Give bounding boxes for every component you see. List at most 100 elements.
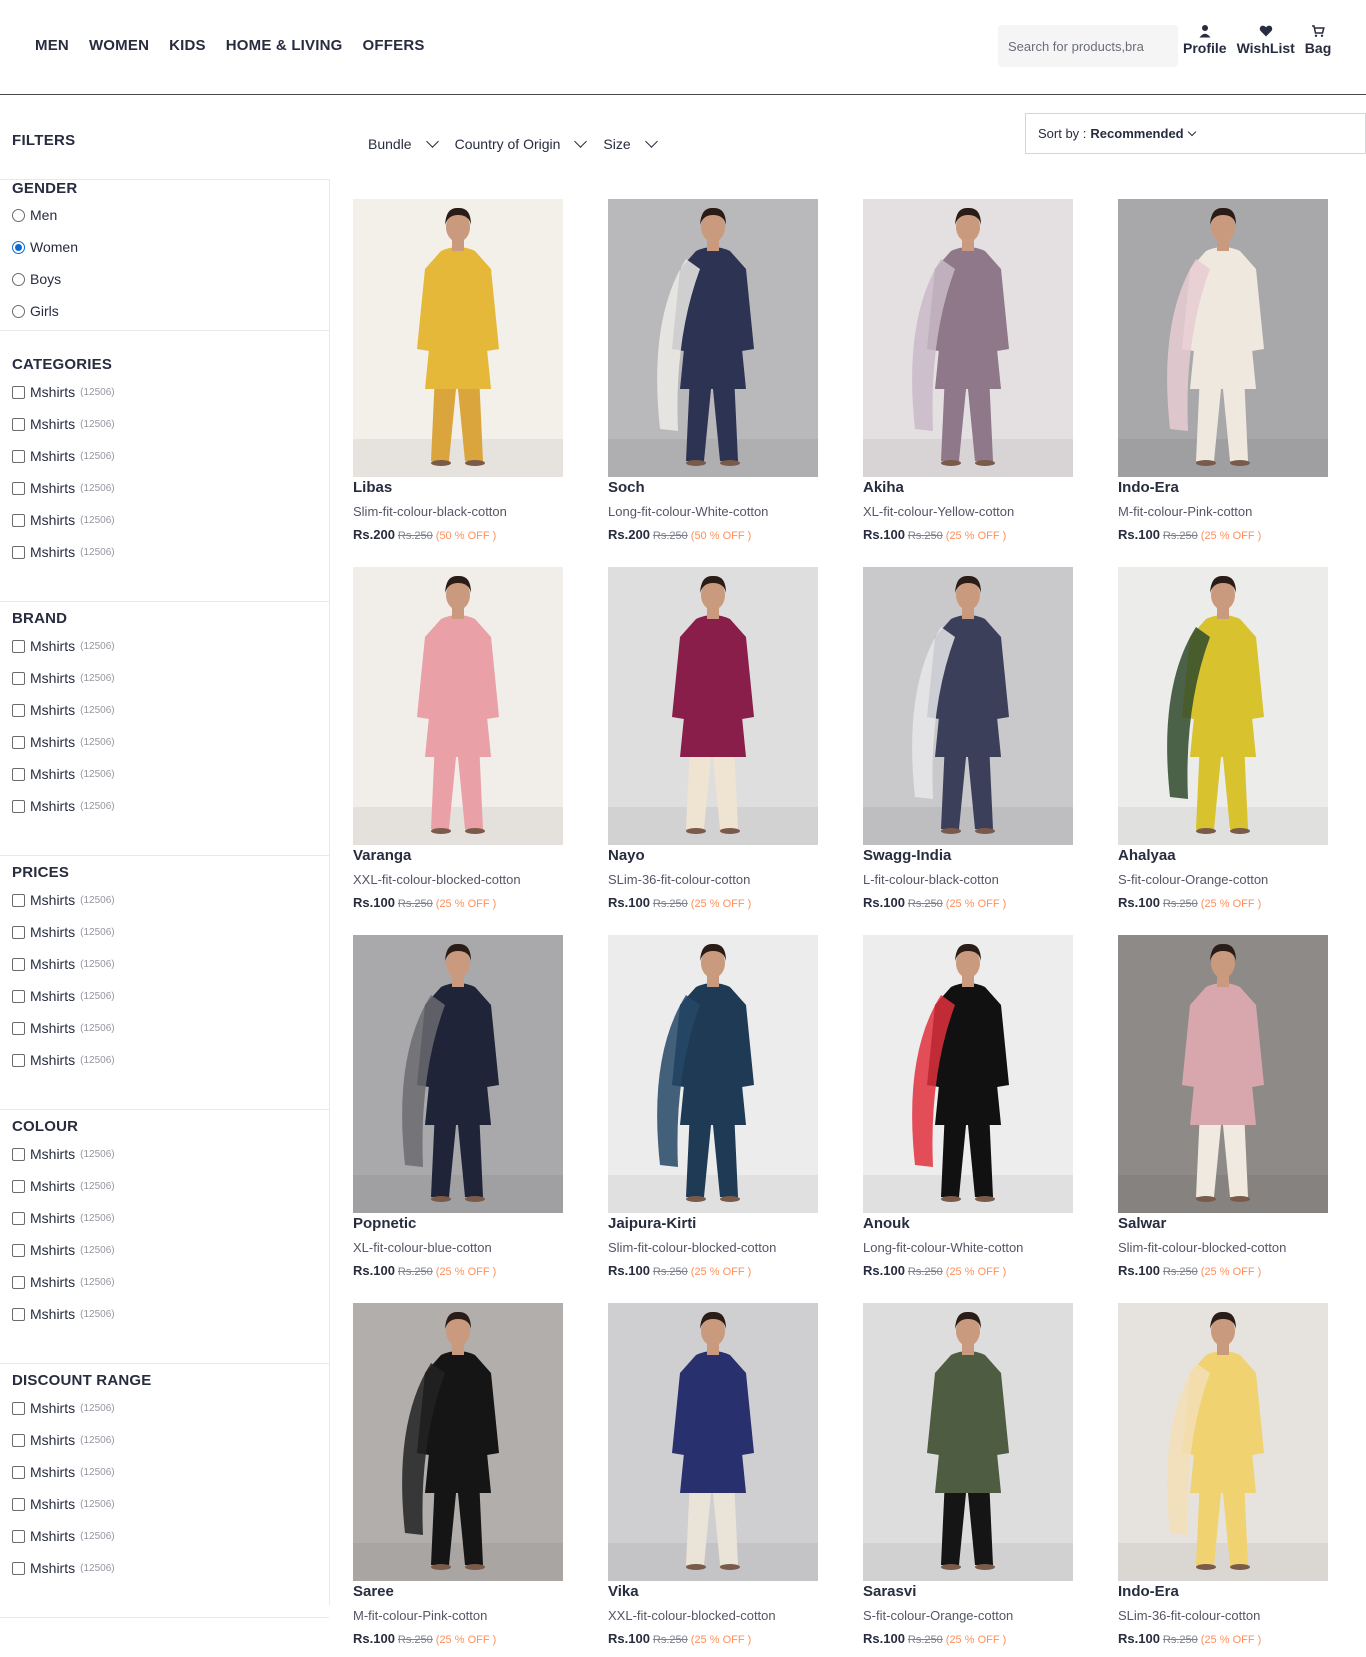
profile-button[interactable]: Profile bbox=[1183, 24, 1227, 56]
filter-option[interactable]: Mshirts (12506) bbox=[12, 512, 115, 528]
filter-option[interactable]: Mshirts (12506) bbox=[12, 1242, 115, 1258]
filter-option[interactable]: Mshirts (12506) bbox=[12, 480, 115, 496]
product-image[interactable] bbox=[863, 199, 1073, 477]
gender-option-women[interactable]: Women bbox=[12, 239, 78, 255]
search-input[interactable] bbox=[1008, 38, 1168, 54]
filter-option[interactable]: Mshirts (12506) bbox=[12, 988, 115, 1004]
product-brand[interactable]: Popnetic bbox=[353, 1214, 563, 1234]
product-card[interactable]: Jaipura-Kirti Slim-fit-colour-blocked-cot… bbox=[608, 935, 818, 1278]
product-card[interactable]: Indo-Era M-fit-colour-Pink-cotton Rs.100 Rs… bbox=[1118, 199, 1328, 542]
checkbox[interactable] bbox=[12, 1465, 25, 1479]
checkbox[interactable] bbox=[12, 671, 25, 685]
product-card[interactable]: Saree M-fit-colour-Pink-cotton Rs.100 Rs.25… bbox=[353, 1303, 563, 1646]
product-card[interactable]: Nayo SLim-36-fit-colour-cotton Rs.100 Rs.25… bbox=[608, 567, 818, 910]
filter-option[interactable]: Mshirts (12506) bbox=[12, 1496, 115, 1512]
product-image[interactable] bbox=[608, 199, 818, 477]
filter-option[interactable]: Mshirts (12506) bbox=[12, 798, 115, 814]
checkbox[interactable] bbox=[12, 1243, 25, 1257]
checkbox[interactable] bbox=[12, 417, 25, 431]
checkbox[interactable] bbox=[12, 989, 25, 1003]
filter-option[interactable]: Mshirts (12506) bbox=[12, 1528, 115, 1544]
product-card[interactable]: Soch Long-fit-colour-White-cotton Rs.200 Rs… bbox=[608, 199, 818, 542]
checkbox[interactable] bbox=[12, 1211, 25, 1225]
filter-option[interactable]: Mshirts (12506) bbox=[12, 766, 115, 782]
product-card[interactable]: Vika XXL-fit-colour-blocked-cotton Rs.100 R… bbox=[608, 1303, 818, 1646]
filter-option[interactable]: Mshirts (12506) bbox=[12, 448, 115, 464]
filter-option[interactable]: Mshirts (12506) bbox=[12, 1306, 115, 1322]
product-brand[interactable]: Salwar bbox=[1118, 1214, 1328, 1234]
filter-option[interactable]: Mshirts (12506) bbox=[12, 1464, 115, 1480]
gender-option-boys[interactable]: Boys bbox=[12, 271, 61, 287]
sort-dropdown[interactable]: Sort by : Recommended bbox=[1025, 113, 1366, 154]
checkbox[interactable] bbox=[12, 1021, 25, 1035]
product-card[interactable]: Sarasvi S-fit-colour-Orange-cotton Rs.100 R… bbox=[863, 1303, 1073, 1646]
checkbox[interactable] bbox=[12, 735, 25, 749]
checkbox[interactable] bbox=[12, 449, 25, 463]
checkbox[interactable] bbox=[12, 513, 25, 527]
filter-option[interactable]: Mshirts (12506) bbox=[12, 544, 115, 560]
product-image[interactable] bbox=[1118, 1303, 1328, 1581]
filter-option[interactable]: Mshirts (12506) bbox=[12, 892, 115, 908]
filter-option[interactable]: Mshirts (12506) bbox=[12, 734, 115, 750]
product-image[interactable] bbox=[863, 935, 1073, 1213]
chip-bundle[interactable]: Bundle bbox=[368, 135, 439, 152]
checkbox[interactable] bbox=[12, 957, 25, 971]
product-image[interactable] bbox=[608, 1303, 818, 1581]
checkbox[interactable] bbox=[12, 1497, 25, 1511]
product-image[interactable] bbox=[863, 1303, 1073, 1581]
radio-button[interactable] bbox=[12, 304, 25, 318]
checkbox[interactable] bbox=[12, 1179, 25, 1193]
gender-option-girls[interactable]: Girls bbox=[12, 303, 59, 319]
checkbox[interactable] bbox=[12, 639, 25, 653]
checkbox[interactable] bbox=[12, 385, 25, 399]
product-image[interactable] bbox=[1118, 567, 1328, 845]
product-brand[interactable]: Libas bbox=[353, 478, 563, 498]
filter-option[interactable]: Mshirts (12506) bbox=[12, 1210, 115, 1226]
nav-men[interactable]: MEN bbox=[35, 37, 69, 54]
product-card[interactable]: Libas Slim-fit-colour-black-cotton Rs.200 R… bbox=[353, 199, 563, 542]
radio-button[interactable] bbox=[12, 208, 25, 222]
product-brand[interactable]: Saree bbox=[353, 1582, 563, 1602]
product-image[interactable] bbox=[353, 1303, 563, 1581]
product-brand[interactable]: Jaipura-Kirti bbox=[608, 1214, 818, 1234]
checkbox[interactable] bbox=[12, 1307, 25, 1321]
product-brand[interactable]: Akiha bbox=[863, 478, 1073, 498]
filter-option[interactable]: Mshirts (12506) bbox=[12, 924, 115, 940]
filter-option[interactable]: Mshirts (12506) bbox=[12, 670, 115, 686]
product-brand[interactable]: Swagg-India bbox=[863, 846, 1073, 866]
product-brand[interactable]: Sarasvi bbox=[863, 1582, 1073, 1602]
product-card[interactable]: Swagg-India L-fit-colour-black-cotton Rs.1… bbox=[863, 567, 1073, 910]
filter-option[interactable]: Mshirts (12506) bbox=[12, 1274, 115, 1290]
checkbox[interactable] bbox=[12, 1561, 25, 1575]
checkbox[interactable] bbox=[12, 1275, 25, 1289]
checkbox[interactable] bbox=[12, 893, 25, 907]
filter-option[interactable]: Mshirts (12506) bbox=[12, 638, 115, 654]
product-brand[interactable]: Nayo bbox=[608, 846, 818, 866]
checkbox[interactable] bbox=[12, 1529, 25, 1543]
checkbox[interactable] bbox=[12, 767, 25, 781]
radio-button[interactable] bbox=[12, 240, 25, 254]
product-card[interactable]: Indo-Era SLim-36-fit-colour-cotton Rs.100 R… bbox=[1118, 1303, 1328, 1646]
chip-country-of-origin[interactable]: Country of Origin bbox=[455, 135, 588, 152]
product-brand[interactable]: Ahalyaa bbox=[1118, 846, 1328, 866]
product-card[interactable]: Akiha XL-fit-colour-Yellow-cotton Rs.100 Rs… bbox=[863, 199, 1073, 542]
product-brand[interactable]: Anouk bbox=[863, 1214, 1073, 1234]
product-image[interactable] bbox=[353, 199, 563, 477]
nav-offers[interactable]: OFFERS bbox=[363, 37, 425, 54]
filter-option[interactable]: Mshirts (12506) bbox=[12, 1432, 115, 1448]
product-brand[interactable]: Indo-Era bbox=[1118, 1582, 1328, 1602]
product-card[interactable]: Anouk Long-fit-colour-White-cotton Rs.100 R… bbox=[863, 935, 1073, 1278]
checkbox[interactable] bbox=[12, 925, 25, 939]
filter-option[interactable]: Mshirts (12506) bbox=[12, 1178, 115, 1194]
product-brand[interactable]: Vika bbox=[608, 1582, 818, 1602]
radio-button[interactable] bbox=[12, 272, 25, 286]
filter-option[interactable]: Mshirts (12506) bbox=[12, 956, 115, 972]
filter-option[interactable]: Mshirts (12506) bbox=[12, 1560, 115, 1576]
checkbox[interactable] bbox=[12, 545, 25, 559]
product-image[interactable] bbox=[608, 935, 818, 1213]
nav-women[interactable]: WOMEN bbox=[89, 37, 149, 54]
checkbox[interactable] bbox=[12, 481, 25, 495]
filter-option[interactable]: Mshirts (12506) bbox=[12, 1400, 115, 1416]
product-image[interactable] bbox=[863, 567, 1073, 845]
gender-option-men[interactable]: Men bbox=[12, 207, 57, 223]
